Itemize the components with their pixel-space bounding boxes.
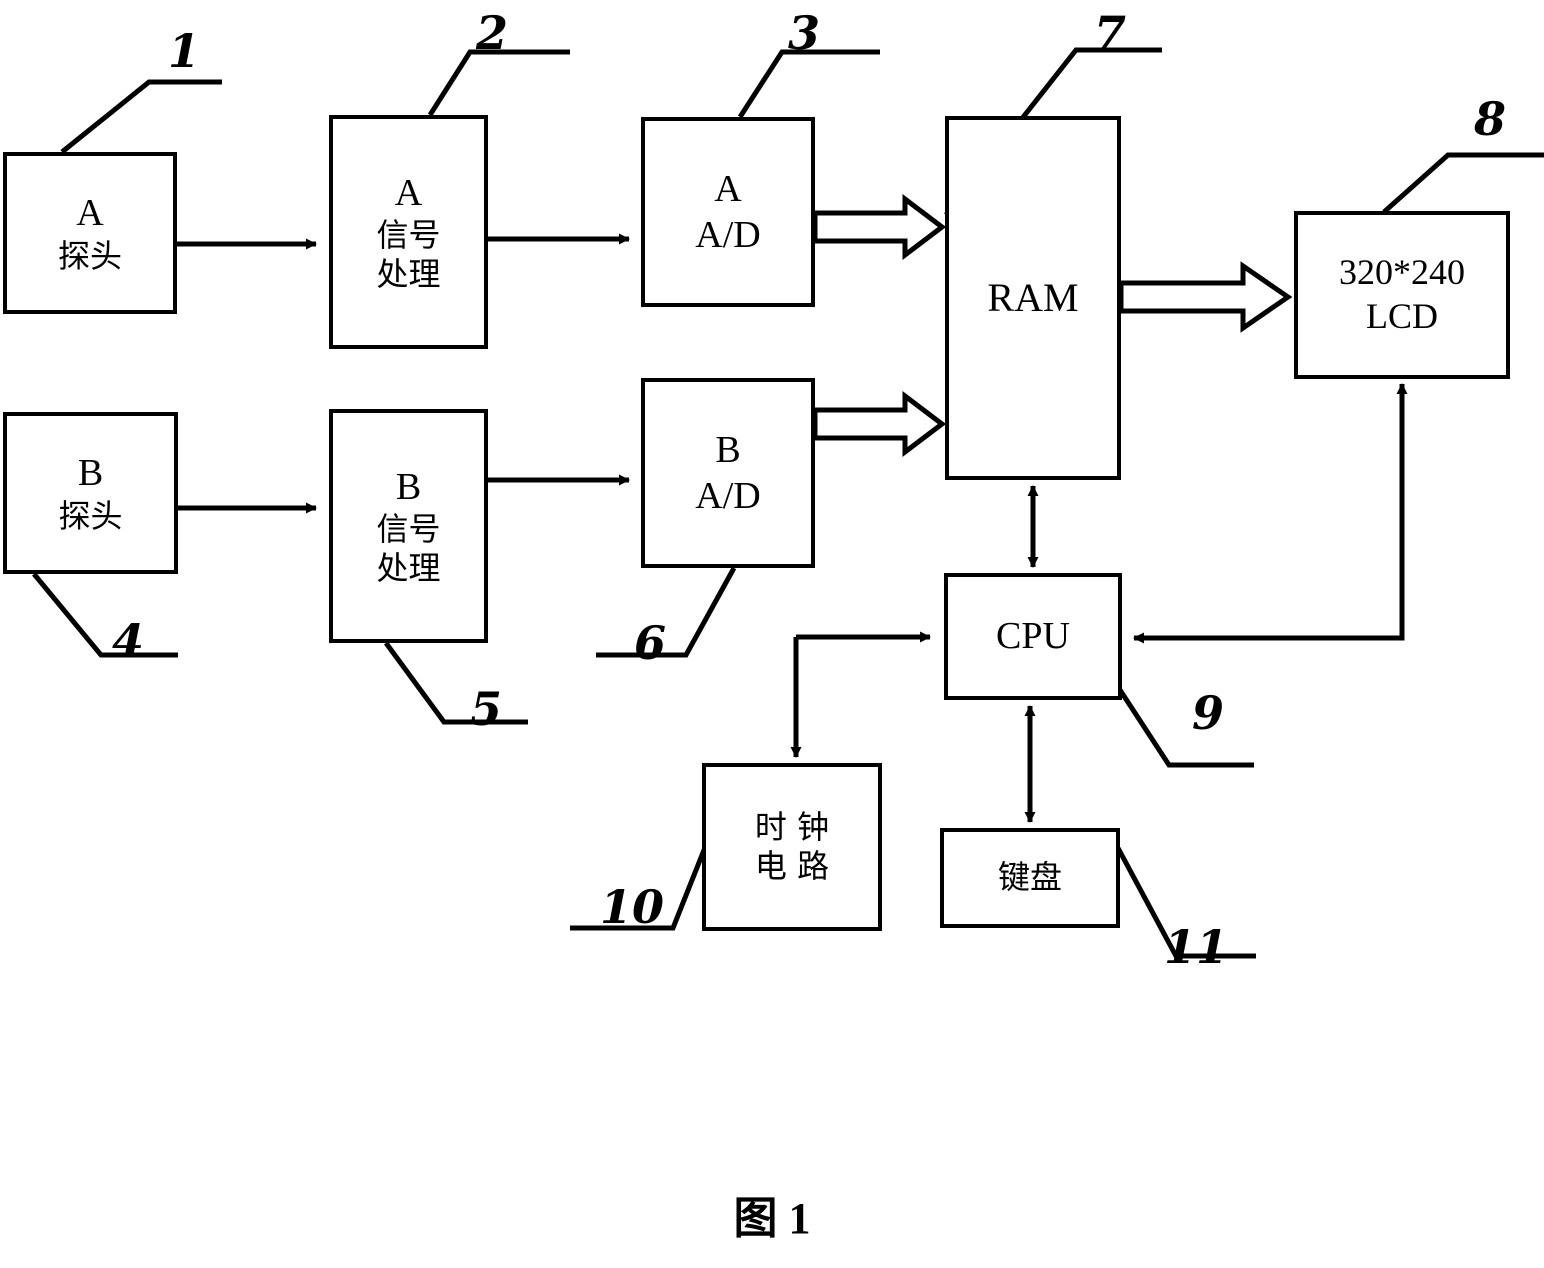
leader-line-1 [60,79,222,154]
b-probe-block: B 探头 [3,412,178,574]
lcd-display-block: 320*240 LCD [1294,211,1510,379]
reference-number-2: 2 [476,6,509,60]
reference-number-5: 5 [470,682,503,736]
b-signal-label-2: 信号 [376,510,441,549]
a-signal-label-2: 信号 [376,216,441,255]
lcd-label: LCD [1366,296,1438,336]
leader-line-9 [1117,688,1254,768]
reference-number-7: 7 [1094,6,1127,60]
reference-number-1: 1 [168,24,201,78]
reference-number-11: 11 [1164,920,1229,974]
b-ad-label-2: A/D [695,475,761,517]
figure-page: A 探头 A 信号 处理 A A/D RAM 320*240 LCD B 探头 … [0,0,1544,1268]
cpu-label: CPU [996,615,1070,658]
b-probe-label-1: B [77,452,104,495]
leader-line-2 [427,49,570,117]
reference-number-9: 9 [1192,686,1225,740]
a-signal-label-1: A [394,171,423,214]
leader-line-3 [737,49,880,119]
a-probe-block: A 探头 [3,152,177,314]
keyboard-block: 键盘 [940,828,1120,928]
conn-a-ad-to-ram-bus [812,193,947,261]
reference-number-3: 3 [788,6,821,60]
leader-line-5 [383,641,528,725]
ram-block: RAM [945,116,1121,480]
b-probe-label-2: 探头 [58,496,123,535]
reference-number-8: 8 [1474,92,1507,146]
ram-label: RAM [987,274,1079,320]
reference-number-6: 6 [634,616,667,670]
a-ad-label-1: A [714,167,742,210]
figure-caption: 图 1 [0,1182,1544,1246]
reference-number-10: 10 [600,880,665,934]
clock-label-1: 时 钟 [754,807,830,846]
conn-lcd-to-cpu [1133,386,1405,644]
conn-ram-to-lcd-bus [1118,261,1293,333]
b-signal-processing-block: B 信号 处理 [329,409,488,643]
lcd-resolution-label: 320*240 [1339,252,1465,293]
b-ad-label-1: B [715,428,741,471]
a-probe-label-1: A [76,192,104,235]
clock-label-2: 电 路 [754,847,830,885]
leader-line-8 [1382,152,1544,214]
a-signal-label-3: 处理 [376,255,441,294]
a-probe-label-2: 探头 [57,236,122,275]
leader-line-4 [32,572,178,658]
a-ad-label-2: A/D [695,214,761,256]
b-ad-converter-block: B A/D [641,378,815,568]
figure-caption-label: 图 [733,1193,778,1244]
a-ad-converter-block: A A/D [641,117,815,307]
figure-caption-number: 1 [788,1194,811,1243]
keyboard-label: 键盘 [997,858,1062,897]
b-signal-label-1: B [395,465,422,508]
b-signal-label-3: 处理 [376,549,441,588]
clock-circuit-block: 时 钟 电 路 [702,763,882,931]
a-signal-processing-block: A 信号 处理 [329,115,488,349]
cpu-block: CPU [944,573,1122,700]
conn-b-ad-to-ram-bus [812,390,947,458]
reference-number-4: 4 [112,614,145,668]
